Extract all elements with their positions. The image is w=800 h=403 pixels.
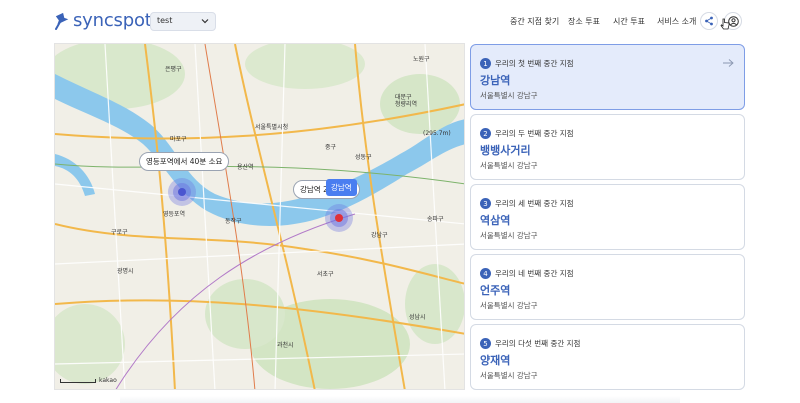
- card-address: 서울특별시 강남구: [480, 371, 538, 380]
- rank-badge: 1: [480, 58, 491, 69]
- logo-text: syncspot: [73, 10, 152, 31]
- card-title: 역삼역: [480, 214, 511, 227]
- map-label: 용산역: [237, 164, 254, 171]
- rank-badge: 5: [480, 338, 491, 349]
- footer-shadow: [120, 396, 680, 403]
- map-label: 동작구: [225, 218, 242, 225]
- map-label: 영등포역: [163, 211, 186, 218]
- hover-station-tag: 강남역: [326, 179, 357, 196]
- card-subtitle: 우리의 네 번째 중간 지점: [495, 269, 574, 278]
- travel-time-bubble-yeongdeungpo: 영등포역에서 40분 소요: [139, 152, 230, 171]
- rank-badge: 2: [480, 128, 491, 139]
- midpoint-card-4[interactable]: 4 우리의 네 번째 중간 지점 언주역 서울특별시 강남구: [470, 254, 745, 320]
- nav-midpoint[interactable]: 중간 지점 찾기: [510, 16, 559, 27]
- chevron-down-icon: [201, 19, 209, 24]
- card-address: 서울특별시 강남구: [480, 161, 538, 170]
- map-label: 노원구: [413, 56, 430, 63]
- card-title: 언주역: [480, 284, 511, 297]
- midpoint-card-3[interactable]: 3 우리의 세 번째 중간 지점 역삼역 서울특별시 강남구: [470, 184, 745, 250]
- map[interactable]: 서울특별시청 청량리역 용산역 영등포역 동작구 강남구 송파구 광명시 구로구…: [54, 43, 465, 390]
- rank-badge: 4: [480, 268, 491, 279]
- midpoint-marker-gangnam[interactable]: [325, 204, 353, 232]
- scale-bar: [60, 378, 96, 383]
- card-title: 양재역: [480, 354, 511, 367]
- pointer-cursor-icon: [720, 18, 730, 30]
- group-select[interactable]: test: [150, 12, 216, 31]
- map-label: 구로구: [111, 229, 128, 236]
- logo[interactable]: syncspot: [54, 10, 152, 31]
- rank-badge: 3: [480, 198, 491, 209]
- map-label: 강남구: [371, 232, 388, 239]
- map-scale: kakao: [60, 377, 117, 384]
- map-label: 서초구: [317, 271, 334, 278]
- card-address: 서울특별시 강남구: [480, 301, 538, 310]
- card-subtitle: 우리의 두 번째 중간 지점: [495, 129, 574, 138]
- header: syncspot test 중간 지점 찾기 장소 투표 시간 투표 서비스 소…: [0, 0, 800, 42]
- map-label: 광명시: [117, 268, 134, 275]
- card-title: 뱅뱅사거리: [480, 144, 531, 157]
- card-subtitle: 우리의 다섯 번째 중간 지점: [495, 339, 581, 348]
- map-label: 성동구: [355, 154, 372, 161]
- card-title: 강남역: [480, 74, 511, 87]
- nav-place-vote[interactable]: 장소 투표: [568, 16, 600, 27]
- map-label: 은평구: [165, 66, 182, 73]
- arrow-right-icon[interactable]: [722, 58, 734, 68]
- group-select-value: test: [157, 16, 173, 25]
- map-label: 대문구: [395, 94, 412, 101]
- map-label: 서울특별시청: [255, 124, 289, 131]
- map-label: (295.7m): [423, 130, 451, 137]
- map-label: 중구: [325, 144, 337, 151]
- map-label: 성남시: [409, 314, 426, 321]
- share-icon: [705, 16, 713, 26]
- kakao-logo: kakao: [99, 377, 117, 384]
- nav-about[interactable]: 서비스 소개: [657, 16, 696, 27]
- origin-marker-yeongdeungpo[interactable]: [168, 178, 196, 206]
- map-label: 마포구: [170, 136, 187, 143]
- card-subtitle: 우리의 첫 번째 중간 지점: [495, 59, 574, 68]
- midpoint-card-2[interactable]: 2 우리의 두 번째 중간 지점 뱅뱅사거리 서울특별시 강남구: [470, 114, 745, 180]
- pin-icon: [55, 12, 69, 30]
- share-button[interactable]: [700, 12, 718, 30]
- map-label: 송파구: [427, 216, 444, 223]
- map-label: 과천시: [277, 342, 294, 349]
- page: syncspot test 중간 지점 찾기 장소 투표 시간 투표 서비스 소…: [0, 0, 800, 403]
- nav-time-vote[interactable]: 시간 투표: [613, 16, 645, 27]
- card-subtitle: 우리의 세 번째 중간 지점: [495, 199, 574, 208]
- midpoint-card-1[interactable]: 1 우리의 첫 번째 중간 지점 강남역 서울특별시 강남구: [470, 44, 745, 110]
- midpoint-card-5[interactable]: 5 우리의 다섯 번째 중간 지점 양재역 서울특별시 강남구: [470, 324, 745, 390]
- card-address: 서울특별시 강남구: [480, 91, 538, 100]
- card-address: 서울특별시 강남구: [480, 231, 538, 240]
